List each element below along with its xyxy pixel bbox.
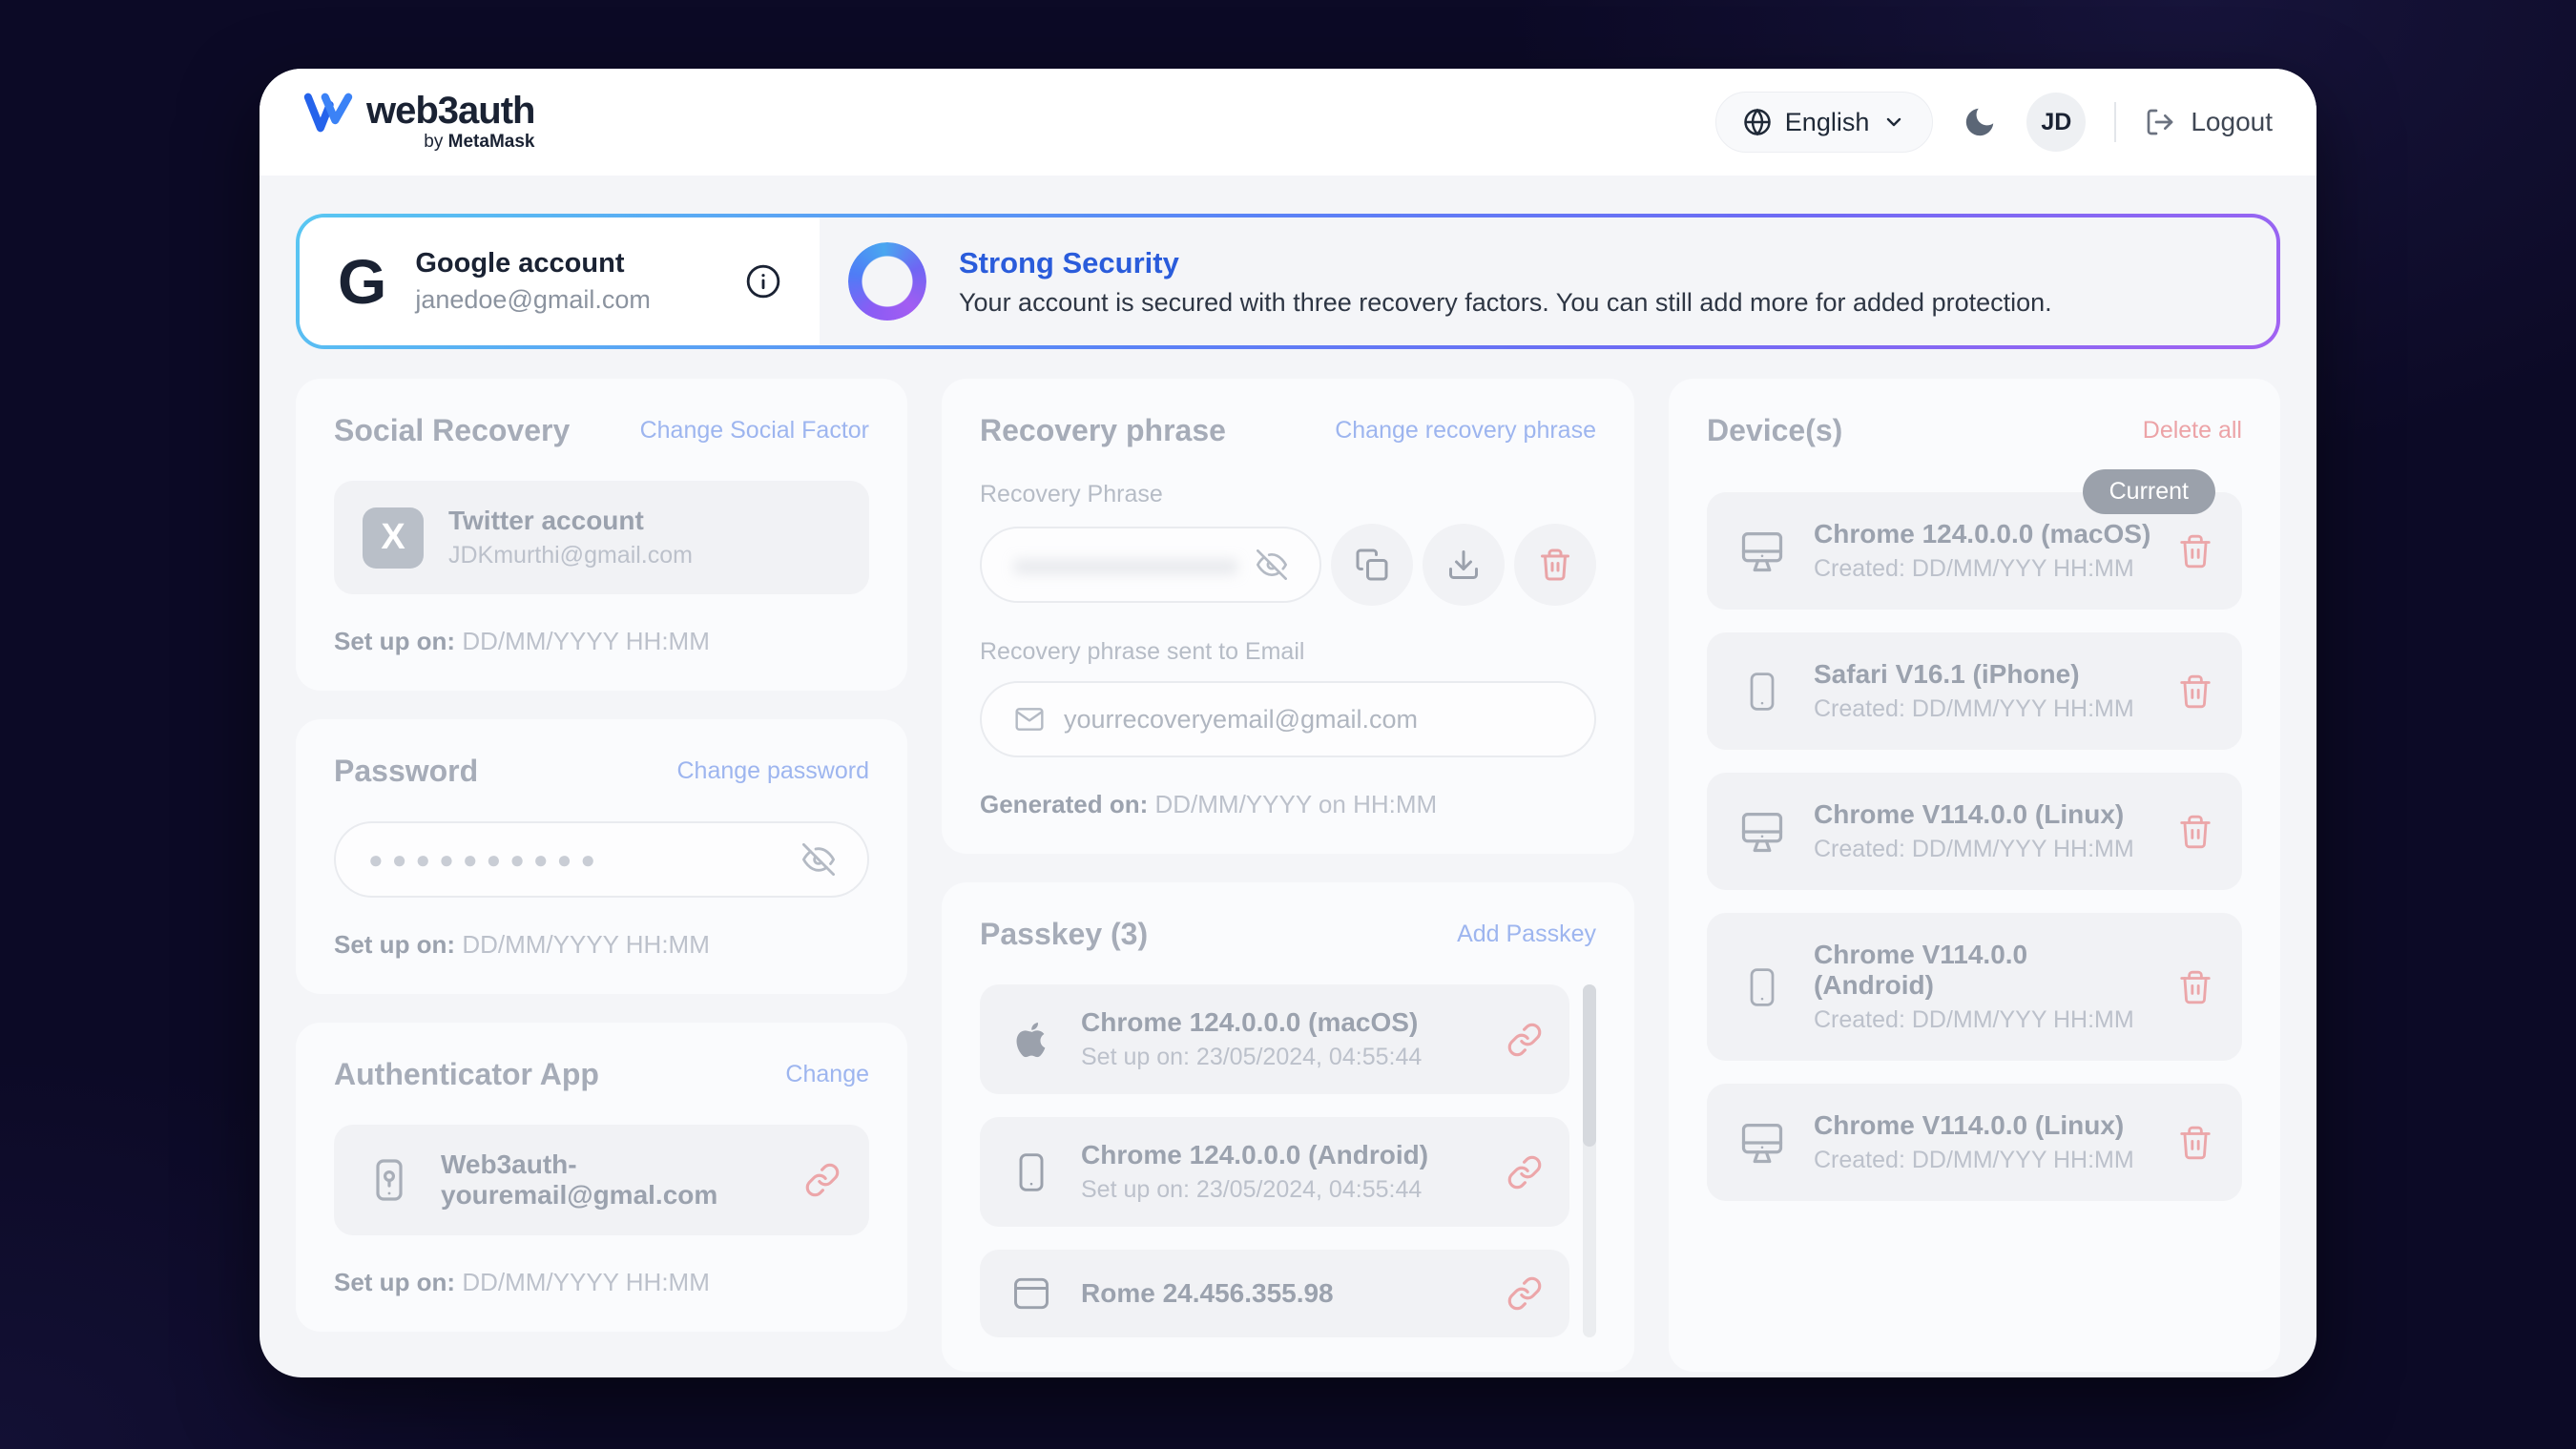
twitter-account-title: Twitter account — [448, 506, 841, 536]
recovery-phrase-masked: xxxxxxxxxxxxxxxxxx — [1014, 550, 1237, 580]
provider-title: Google account — [415, 248, 717, 279]
recovery-phrase-field[interactable]: xxxxxxxxxxxxxxxxxx — [980, 527, 1321, 603]
logo-name: web3auth — [366, 92, 534, 130]
change-recovery-phrase-link[interactable]: Change recovery phrase — [1335, 417, 1596, 445]
scrollbar-thumb[interactable] — [1583, 984, 1596, 1147]
devices-title: Device(s) — [1707, 413, 1842, 448]
recovery-email-value: yourrecoveryemail@gmail.com — [1064, 705, 1418, 735]
desktop-icon — [1735, 527, 1789, 576]
passkey-card: Passkey (3) Add Passkey — [942, 882, 1634, 1372]
delete-all-link[interactable]: Delete all — [2143, 417, 2242, 445]
avatar[interactable]: JD — [2026, 93, 2086, 152]
social-recovery-title: Social Recovery — [334, 413, 570, 448]
security-title: Strong Security — [959, 246, 2052, 280]
language-selector[interactable]: English — [1715, 92, 1934, 153]
logout-label: Logout — [2191, 107, 2273, 137]
phone-icon — [1007, 1151, 1056, 1193]
desktop-icon — [1735, 1118, 1789, 1168]
content-area: G Google account janedoe@gmail.com Stro — [260, 176, 2316, 1377]
logout-button[interactable]: Logout — [2145, 107, 2273, 137]
unlink-icon[interactable] — [804, 1162, 841, 1198]
main-panel: web3auth by MetaMask English — [260, 69, 2316, 1377]
social-recovery-card: Social Recovery Change Social Factor X T… — [296, 379, 907, 691]
trash-icon[interactable] — [2177, 533, 2213, 569]
copy-phrase-button[interactable] — [1331, 524, 1413, 606]
info-icon[interactable] — [745, 263, 781, 300]
trash-icon[interactable] — [2177, 673, 2213, 710]
twitter-account-item: X Twitter account JDKmurthi@gmail.com — [334, 481, 869, 594]
globe-icon — [1743, 108, 1772, 136]
link-icon[interactable] — [1506, 1154, 1543, 1190]
link-icon[interactable] — [1506, 1275, 1543, 1312]
password-field[interactable]: ●●●●●●●●●● — [334, 821, 869, 898]
desktop-icon — [1735, 807, 1789, 857]
devices-list: Current Chrome 124.0.0.0 (macOS) Created… — [1707, 492, 2242, 1201]
recovery-phrase-label: Recovery Phrase — [980, 481, 1596, 508]
passkey-scrollbar[interactable] — [1583, 984, 1596, 1337]
device-item: Chrome V114.0.0 (Linux) Created: DD/MM/Y… — [1707, 773, 2242, 890]
chevron-down-icon — [1882, 111, 1905, 134]
trash-icon[interactable] — [2177, 969, 2213, 1005]
logo-subtitle: by MetaMask — [424, 132, 534, 153]
passkey-item: Chrome 124.0.0.0 (Android) Set up on: 23… — [980, 1117, 1569, 1227]
browser-icon — [1007, 1273, 1056, 1314]
provider-section: G Google account janedoe@gmail.com — [300, 217, 820, 345]
change-social-factor-link[interactable]: Change Social Factor — [640, 417, 869, 445]
generated-on: Generated on: DD/MM/YYYY on HH:MM — [980, 790, 1596, 819]
eye-off-icon[interactable] — [1257, 549, 1287, 580]
change-password-link[interactable]: Change password — [676, 757, 869, 785]
provider-email: janedoe@gmail.com — [415, 285, 717, 315]
current-device-badge: Current — [2083, 469, 2215, 514]
phone-lock-icon — [363, 1157, 416, 1203]
social-setup-on: Set up on: DD/MM/YYYY HH:MM — [334, 627, 869, 656]
x-twitter-icon: X — [363, 507, 424, 569]
authenticator-title: Authenticator App — [334, 1057, 599, 1092]
google-icon: G — [338, 250, 386, 313]
passkey-item: Chrome 124.0.0.0 (macOS) Set up on: 23/0… — [980, 984, 1569, 1094]
password-setup-on: Set up on: DD/MM/YYYY HH:MM — [334, 930, 869, 960]
phone-icon — [1735, 966, 1789, 1008]
password-title: Password — [334, 754, 478, 789]
apple-icon — [1007, 1018, 1056, 1062]
change-authenticator-link[interactable]: Change — [785, 1061, 869, 1088]
download-phrase-button[interactable] — [1423, 524, 1505, 606]
security-status-section: Strong Security Your account is secured … — [820, 217, 2276, 345]
security-description: Your account is secured with three recov… — [959, 288, 2052, 318]
recovery-phrase-title: Recovery phrase — [980, 413, 1226, 448]
password-card: Password Change password ●●●●●●●●●● — [296, 719, 907, 994]
trash-icon[interactable] — [2177, 1125, 2213, 1161]
trash-icon[interactable] — [2177, 814, 2213, 850]
password-masked-value: ●●●●●●●●●● — [368, 847, 783, 872]
authenticator-setup-on: Set up on: DD/MM/YYYY HH:MM — [334, 1268, 869, 1297]
passkey-list: Chrome 124.0.0.0 (macOS) Set up on: 23/0… — [980, 984, 1569, 1337]
recovery-email-field[interactable]: yourrecoveryemail@gmail.com — [980, 681, 1596, 757]
add-passkey-link[interactable]: Add Passkey — [1457, 921, 1596, 948]
devices-card: Device(s) Delete all Current — [1669, 379, 2280, 1372]
phone-icon — [1735, 671, 1789, 713]
link-icon[interactable] — [1506, 1022, 1543, 1058]
language-label: English — [1785, 108, 1870, 137]
recovery-phrase-card: Recovery phrase Change recovery phrase R… — [942, 379, 1634, 854]
authenticator-item: Web3auth-youremail@gmal.com — [334, 1125, 869, 1235]
eye-off-icon[interactable] — [802, 843, 835, 876]
header: web3auth by MetaMask English — [260, 69, 2316, 176]
logout-icon — [2145, 107, 2175, 137]
authenticator-card: Authenticator App Change Web3auth-yourem… — [296, 1023, 907, 1332]
device-item: Chrome V114.0.0 (Android) Created: DD/MM… — [1707, 913, 2242, 1061]
passkey-item: Rome 24.456.355.98 — [980, 1250, 1569, 1337]
security-banner: G Google account janedoe@gmail.com Stro — [296, 214, 2280, 349]
delete-phrase-button[interactable] — [1514, 524, 1596, 606]
security-ring-icon — [848, 242, 926, 321]
recovery-email-label: Recovery phrase sent to Email — [980, 638, 1596, 666]
mail-icon — [1014, 704, 1045, 735]
header-divider — [2114, 102, 2116, 142]
device-item: Chrome V114.0.0 (Linux) Created: DD/MM/Y… — [1707, 1084, 2242, 1201]
dark-mode-toggle[interactable] — [1962, 104, 1998, 140]
device-item: Safari V16.1 (iPhone) Created: DD/MM/YYY… — [1707, 632, 2242, 750]
web3auth-logo-icon — [303, 92, 353, 134]
web3auth-logo: web3auth by MetaMask — [303, 92, 534, 153]
authenticator-account: Web3auth-youremail@gmal.com — [441, 1149, 779, 1211]
twitter-account-email: JDKmurthi@gmail.com — [448, 542, 841, 569]
passkey-title: Passkey (3) — [980, 917, 1148, 952]
